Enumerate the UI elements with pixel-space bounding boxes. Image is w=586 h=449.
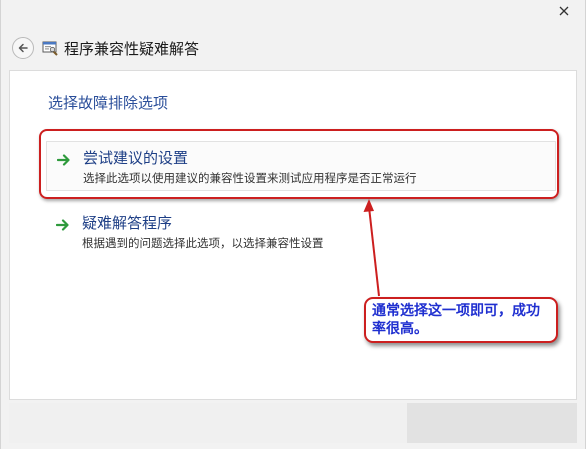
option-description: 选择此选项以使用建议的兼容性设置来测试应用程序是否正常运行 xyxy=(83,171,417,185)
option-try-recommended-settings[interactable]: 尝试建议的设置 选择此选项以使用建议的兼容性设置来测试应用程序是否正常运行 xyxy=(46,141,556,191)
bottom-bar-shade xyxy=(407,403,577,443)
window-title: 程序兼容性疑难解答 xyxy=(64,39,200,58)
back-arrow-icon xyxy=(17,39,29,58)
close-icon xyxy=(559,1,569,20)
option-title: 尝试建议的设置 xyxy=(83,149,189,167)
bottom-button-bar xyxy=(9,403,577,443)
close-button[interactable] xyxy=(549,0,579,20)
back-button[interactable] xyxy=(12,37,34,59)
callout-text: 通常选择这一项即可，成功率很高。 xyxy=(372,303,540,337)
window-header: 程序兼容性疑难解答 xyxy=(1,28,585,68)
green-arrow-icon xyxy=(55,216,70,231)
option-description: 根据遇到的问题选择此选项，以选择兼容性设置 xyxy=(82,236,324,250)
green-arrow-icon xyxy=(56,151,71,166)
option-troubleshoot-program[interactable]: 疑难解答程序 根据遇到的问题选择此选项，以选择兼容性设置 xyxy=(46,207,556,257)
option-title: 疑难解答程序 xyxy=(82,214,173,232)
annotation-callout: 通常选择这一项即可，成功率很高。 xyxy=(364,297,558,343)
compatibility-troubleshooter-icon xyxy=(41,39,59,57)
content-panel: 选择故障排除选项 尝试建议的设置 选择此选项以使用建议的兼容性设置来测试应用程序… xyxy=(9,70,577,400)
troubleshooter-window: 程序兼容性疑难解答 选择故障排除选项 尝试建议的设置 选择此选项以使用建议的兼容… xyxy=(0,0,586,449)
page-heading: 选择故障排除选项 xyxy=(48,94,169,112)
